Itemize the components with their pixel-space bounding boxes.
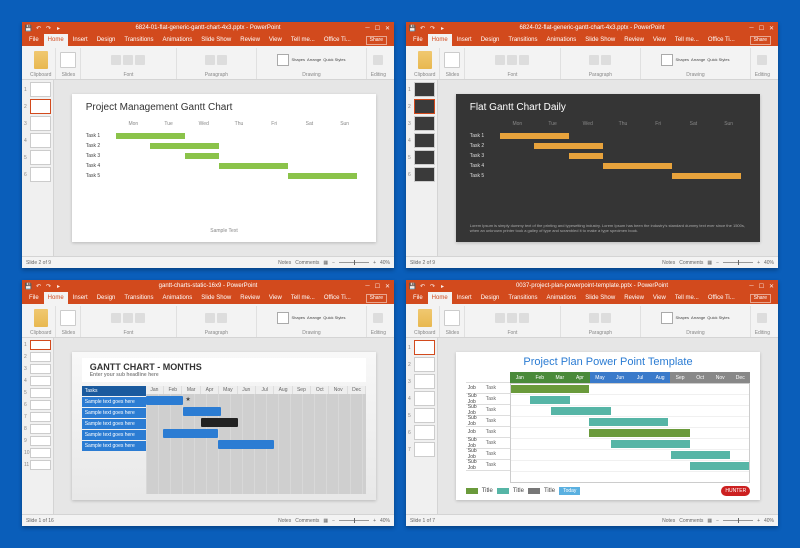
maximize-icon[interactable]: ☐ (758, 25, 765, 32)
share-button[interactable]: Share (366, 36, 387, 45)
tab-review[interactable]: Review (236, 34, 264, 46)
zoom-slider[interactable] (339, 262, 369, 263)
minimize-icon[interactable]: ─ (748, 25, 755, 32)
window-title: 6824-02-flat-generic-gantt-chart-4x3.ppt… (519, 25, 664, 31)
window-title: 6824-01-flat-generic-gantt-chart-4x3.ppt… (135, 25, 280, 31)
start-show-icon[interactable]: ▸ (55, 25, 62, 32)
titlebar: 💾↶↷▸ 6824-02-flat-generic-gantt-chart-4x… (406, 22, 778, 34)
tab-slideshow[interactable]: Slide Show (197, 34, 235, 46)
tab-file[interactable]: File (25, 34, 43, 46)
slide-counter: Slide 2 of 9 (26, 260, 51, 266)
ribbon: Clipboard Slides Font Paragraph ShapesAr… (22, 46, 394, 80)
font-controls[interactable] (111, 55, 121, 65)
powerpoint-window-4: 💾↶↷▸0037-project-plan-powerpoint-templat… (406, 280, 778, 526)
hunter-badge: HUNTER (721, 486, 750, 496)
notes-button[interactable]: Notes (278, 260, 291, 266)
close-icon[interactable]: ✕ (384, 25, 391, 32)
thumb-3[interactable] (30, 116, 51, 131)
thumb-2[interactable] (30, 99, 51, 114)
undo-icon[interactable]: ↶ (35, 25, 42, 32)
thumb-6[interactable] (30, 167, 51, 182)
tab-design[interactable]: Design (93, 34, 120, 46)
slide-title: Project Management Gantt Chart (86, 102, 363, 113)
close-icon[interactable]: ✕ (768, 25, 775, 32)
shapes-icon[interactable] (277, 54, 289, 66)
slide-canvas[interactable]: GANTT CHART - MONTHSEnter your sub headl… (72, 352, 377, 499)
thumb-1[interactable] (30, 82, 51, 97)
ribbon-tabs: File Home Insert Design Transitions Anim… (22, 34, 394, 46)
tab-transitions[interactable]: Transitions (120, 34, 157, 46)
redo-icon[interactable]: ↷ (429, 25, 436, 32)
minimize-icon[interactable]: ─ (364, 25, 371, 32)
statusbar: Slide 2 of 9 Notes Comments ▦ − + 40% (22, 256, 394, 268)
tab-view[interactable]: View (265, 34, 286, 46)
slide-canvas[interactable]: Project Plan Power Point Template JobTas… (456, 352, 761, 499)
slide-canvas[interactable]: Flat Gantt Chart Daily Task 1Task 2Task … (456, 94, 761, 241)
comments-button[interactable]: Comments (295, 260, 319, 266)
save-icon[interactable]: 💾 (409, 25, 416, 32)
redo-icon[interactable]: ↷ (45, 25, 52, 32)
save-icon[interactable]: 💾 (25, 25, 32, 32)
tab-office[interactable]: Office Ti... (320, 34, 355, 46)
editing-icon[interactable] (373, 55, 383, 65)
slide-thumbnails: 1 2 3 4 5 6 (22, 80, 54, 256)
ribbon-tabs: FileHomeInsertDesignTransitionsAnimation… (406, 34, 778, 46)
start-show-icon[interactable]: ▸ (439, 25, 446, 32)
tab-tellme[interactable]: Tell me... (287, 34, 319, 46)
maximize-icon[interactable]: ☐ (374, 25, 381, 32)
slide-canvas[interactable]: Project Management Gantt Chart Task 1 Ta… (72, 94, 377, 241)
new-slide-icon[interactable] (60, 52, 76, 68)
tab-animations[interactable]: Animations (159, 34, 197, 46)
gantt-bar (116, 133, 185, 139)
paste-icon[interactable] (34, 51, 48, 69)
powerpoint-window-2: 💾↶↷▸ 6824-02-flat-generic-gantt-chart-4x… (406, 22, 778, 268)
tab-insert[interactable]: Insert (69, 34, 92, 46)
zoom-level: 40% (380, 260, 390, 266)
powerpoint-window-3: 💾↶↷▸gantt-charts-static-16x9 - PowerPoin… (22, 280, 394, 526)
undo-icon[interactable]: ↶ (419, 25, 426, 32)
tab-home[interactable]: Home (44, 34, 68, 46)
view-normal-icon[interactable]: ▦ (323, 260, 328, 266)
paragraph-controls[interactable] (205, 55, 215, 65)
thumb-5[interactable] (30, 150, 51, 165)
thumb-4[interactable] (30, 133, 51, 148)
powerpoint-window-1: 💾 ↶ ↷ ▸ 6824-01-flat-generic-gantt-chart… (22, 22, 394, 268)
zoom-out-icon[interactable]: − (332, 260, 335, 266)
titlebar: 💾 ↶ ↷ ▸ 6824-01-flat-generic-gantt-chart… (22, 22, 394, 34)
zoom-in-icon[interactable]: + (373, 260, 376, 266)
